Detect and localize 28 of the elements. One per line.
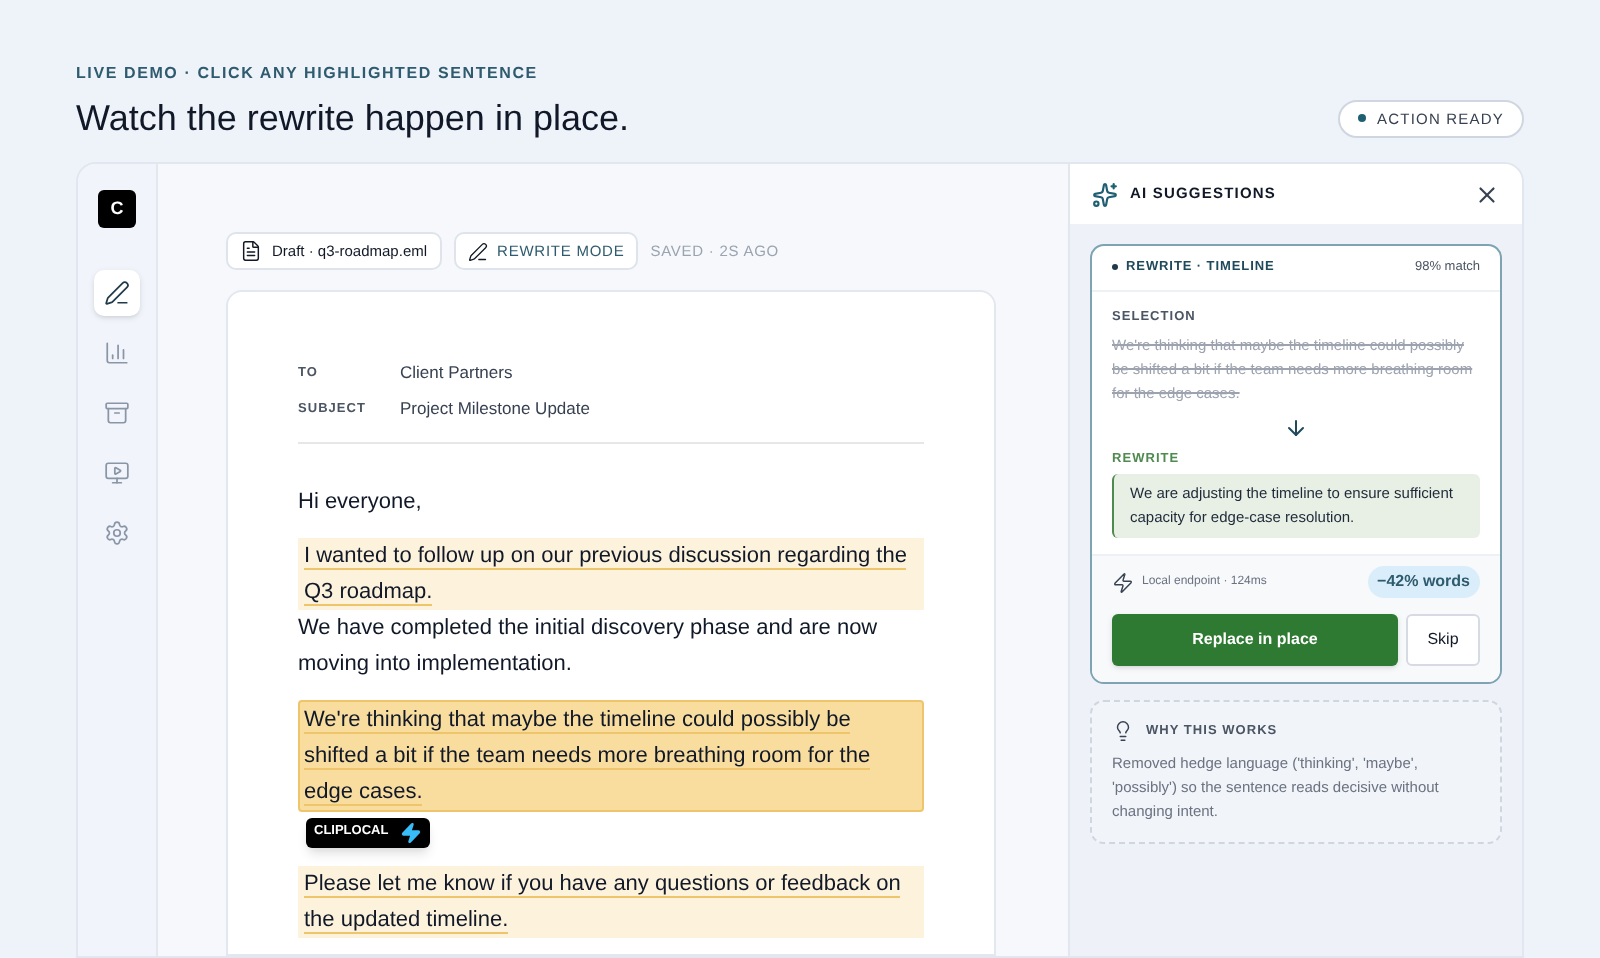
lightning-icon: [400, 821, 423, 844]
lightning-icon: [1112, 571, 1134, 594]
lightbulb-icon: [1112, 720, 1134, 743]
email-sentence: We have completed the initial discovery phase and are now moving into implementation.: [298, 613, 880, 680]
close-button[interactable]: [1474, 181, 1500, 207]
page-title: Watch the rewrite happen in place.: [76, 100, 629, 136]
highlighted-sentence[interactable]: We're thinking that maybe the timeline could possibly be shifted a bit if the team needs more breathing room for the edge cases.: [298, 699, 924, 812]
arrow-down-icon: [1284, 415, 1308, 439]
skip-button[interactable]: Skip: [1406, 614, 1480, 667]
field-value: Client Partners: [400, 360, 513, 386]
app-logo[interactable]: C: [98, 190, 136, 228]
rail-button[interactable]: [94, 270, 140, 316]
chart-icon: [104, 340, 130, 366]
edit-icon: [104, 280, 130, 306]
highlighted-sentence[interactable]: I wanted to follow up on our previous discussion regarding the Q3 roadmap.: [298, 537, 924, 610]
eyebrow-label: LIVE DEMO · CLICK ANY HIGHLIGHTED SENTENCE: [76, 62, 540, 86]
archive-icon: [104, 400, 130, 426]
email-sentence: Hi everyone,: [298, 487, 424, 518]
edit-icon: [467, 241, 488, 262]
document-icon: [240, 240, 262, 263]
word-delta-badge: −42% words: [1367, 566, 1480, 599]
replace-button[interactable]: Replace in place: [1112, 614, 1398, 667]
highlighted-sentence[interactable]: Please let me know if you have any questions or feedback on the updated timeline.: [298, 865, 924, 938]
field-value: Project Milestone Update: [400, 396, 590, 422]
media-icon: [104, 460, 130, 486]
sparkle-icon: [1092, 181, 1118, 207]
settings-icon: [104, 520, 130, 546]
bullet-icon: [1112, 264, 1118, 271]
